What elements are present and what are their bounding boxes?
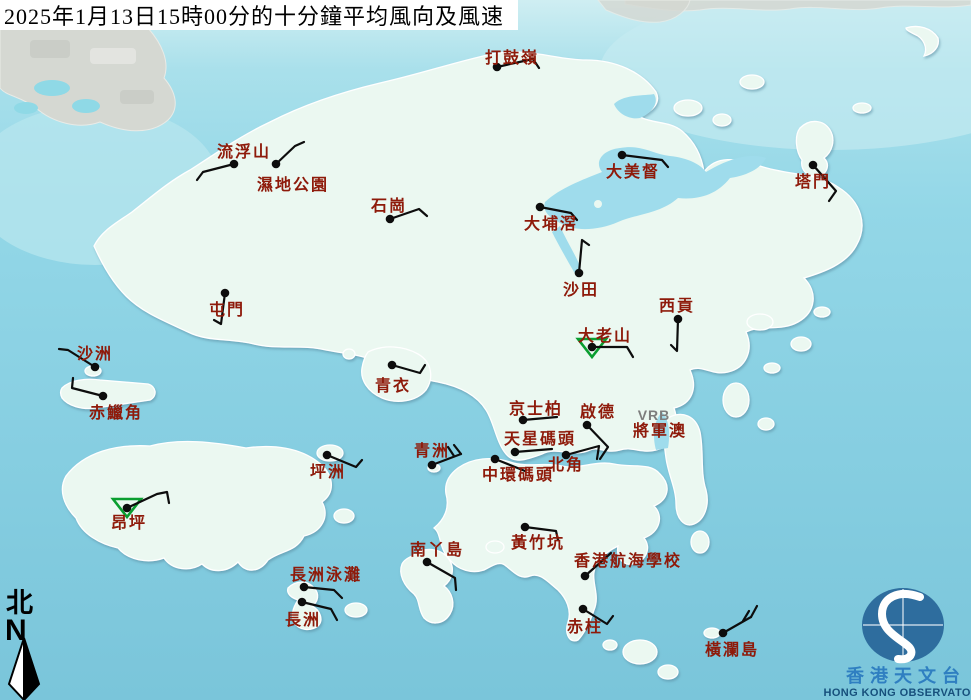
station-dot <box>91 363 100 372</box>
station-label: 啟德 <box>580 402 616 421</box>
station-dot <box>536 203 545 212</box>
station-dot <box>221 289 230 298</box>
po-toi-3 <box>603 640 617 650</box>
station-label: 中環碼頭 <box>482 465 554 484</box>
station-dot <box>386 215 395 224</box>
hong-kong-map: 打鼓嶺流浮山濕地公園石崗 大美督塔門大埔滘沙田西貢大老山 屯門沙洲赤鱲角 青衣京士柏啟… <box>0 0 971 700</box>
station-label: 打鼓嶺 <box>485 48 539 67</box>
station-dot <box>388 361 397 370</box>
map-title: 2025年1月13日15時00分的十分鐘平均風向及風速 <box>4 0 504 31</box>
kau-sai-chau <box>723 383 749 417</box>
waglan-islet <box>704 628 720 638</box>
tolo-islet-1 <box>594 200 602 208</box>
station-label: 青洲 <box>414 441 450 460</box>
po-toi-1 <box>623 640 657 664</box>
tung-lung-chau <box>691 531 709 553</box>
station-label: 沙洲 <box>77 345 113 363</box>
station-dot <box>323 451 332 460</box>
ping-chau-islet <box>853 103 871 113</box>
station-dot <box>272 160 281 169</box>
wind-map-screen: 打鼓嶺流浮山濕地公園石崗 大美督塔門大埔滘沙田西貢大老山 屯門沙洲赤鱲角 青衣京士柏啟… <box>0 0 971 700</box>
station-label: 赤鱲角 <box>89 403 143 422</box>
ma-wan-islet <box>343 349 355 359</box>
po-toi-2 <box>658 665 678 679</box>
station-label: 屯門 <box>209 300 245 319</box>
station-label: 沙田 <box>563 281 599 299</box>
station-label: 大美督 <box>606 162 660 181</box>
station-label: 將軍澳 <box>633 421 687 440</box>
station-label: 青衣 <box>375 376 411 395</box>
urban-block-1 <box>30 40 70 58</box>
fish-pond-1 <box>34 80 70 96</box>
station-label: 長洲 <box>285 611 321 629</box>
fish-pond-3 <box>14 102 38 114</box>
station-dot <box>581 572 590 581</box>
station-label: 昂坪 <box>111 514 147 532</box>
station-label: 香港航海學校 <box>573 551 682 570</box>
logo-english: HONG KONG OBSERVATORY <box>823 687 971 699</box>
station-dot <box>521 523 530 532</box>
station-label: 京士柏 <box>509 399 563 418</box>
station-label: 北角 <box>548 455 584 474</box>
station-label: 塔門 <box>795 172 831 191</box>
urban-block-2 <box>90 48 136 64</box>
station-label: 石崗 <box>370 196 407 215</box>
high-island <box>791 337 811 351</box>
town-island <box>814 307 830 317</box>
station-dot <box>123 504 132 513</box>
station-dot <box>428 461 437 470</box>
logo-chinese: 香港天文台 <box>845 665 966 686</box>
station-label: 橫瀾島 <box>705 640 759 659</box>
station-dot <box>491 455 500 464</box>
station-dot <box>674 315 683 324</box>
station-label: 天星碼頭 <box>504 430 576 448</box>
fish-pond-2 <box>72 99 100 113</box>
station-dot <box>583 421 592 430</box>
tolo-islet-2 <box>527 238 533 244</box>
urban-block-3 <box>120 90 154 104</box>
station-label: 大埔滘 <box>524 214 578 233</box>
sharp-island <box>747 314 773 330</box>
variable-wind-note: VRB <box>638 407 671 423</box>
station-label: 大老山 <box>578 326 632 345</box>
kat-o-island <box>674 100 702 116</box>
basalt-island <box>764 363 780 373</box>
station-label: 長洲泳灘 <box>290 565 362 584</box>
ap-lei-chau <box>486 541 504 553</box>
jin-island <box>758 418 774 430</box>
station-dot <box>809 161 818 170</box>
station-dot <box>511 448 520 457</box>
station-dot <box>298 598 307 607</box>
shek-kwu-chau <box>345 603 367 617</box>
title-bar: 2025年1月13日15時00分的十分鐘平均風向及風速 <box>0 0 518 30</box>
station-label: 流浮山 <box>217 142 271 161</box>
station-dot <box>575 269 584 278</box>
ap-chau-island <box>713 114 731 126</box>
station-label: 坪洲 <box>310 463 346 481</box>
station-dot <box>618 151 627 160</box>
station-label: 黃竹坑 <box>510 533 565 552</box>
station-label: 赤柱 <box>567 617 603 636</box>
crooked-island <box>740 75 764 89</box>
station-dot <box>99 392 108 401</box>
station-label: 西貢 <box>659 297 695 315</box>
station-label: 南丫島 <box>410 540 464 559</box>
hei-ling-chau <box>334 509 354 523</box>
station-label: 濕地公園 <box>257 175 329 194</box>
station-dot <box>579 605 588 614</box>
station-dot <box>719 629 728 638</box>
